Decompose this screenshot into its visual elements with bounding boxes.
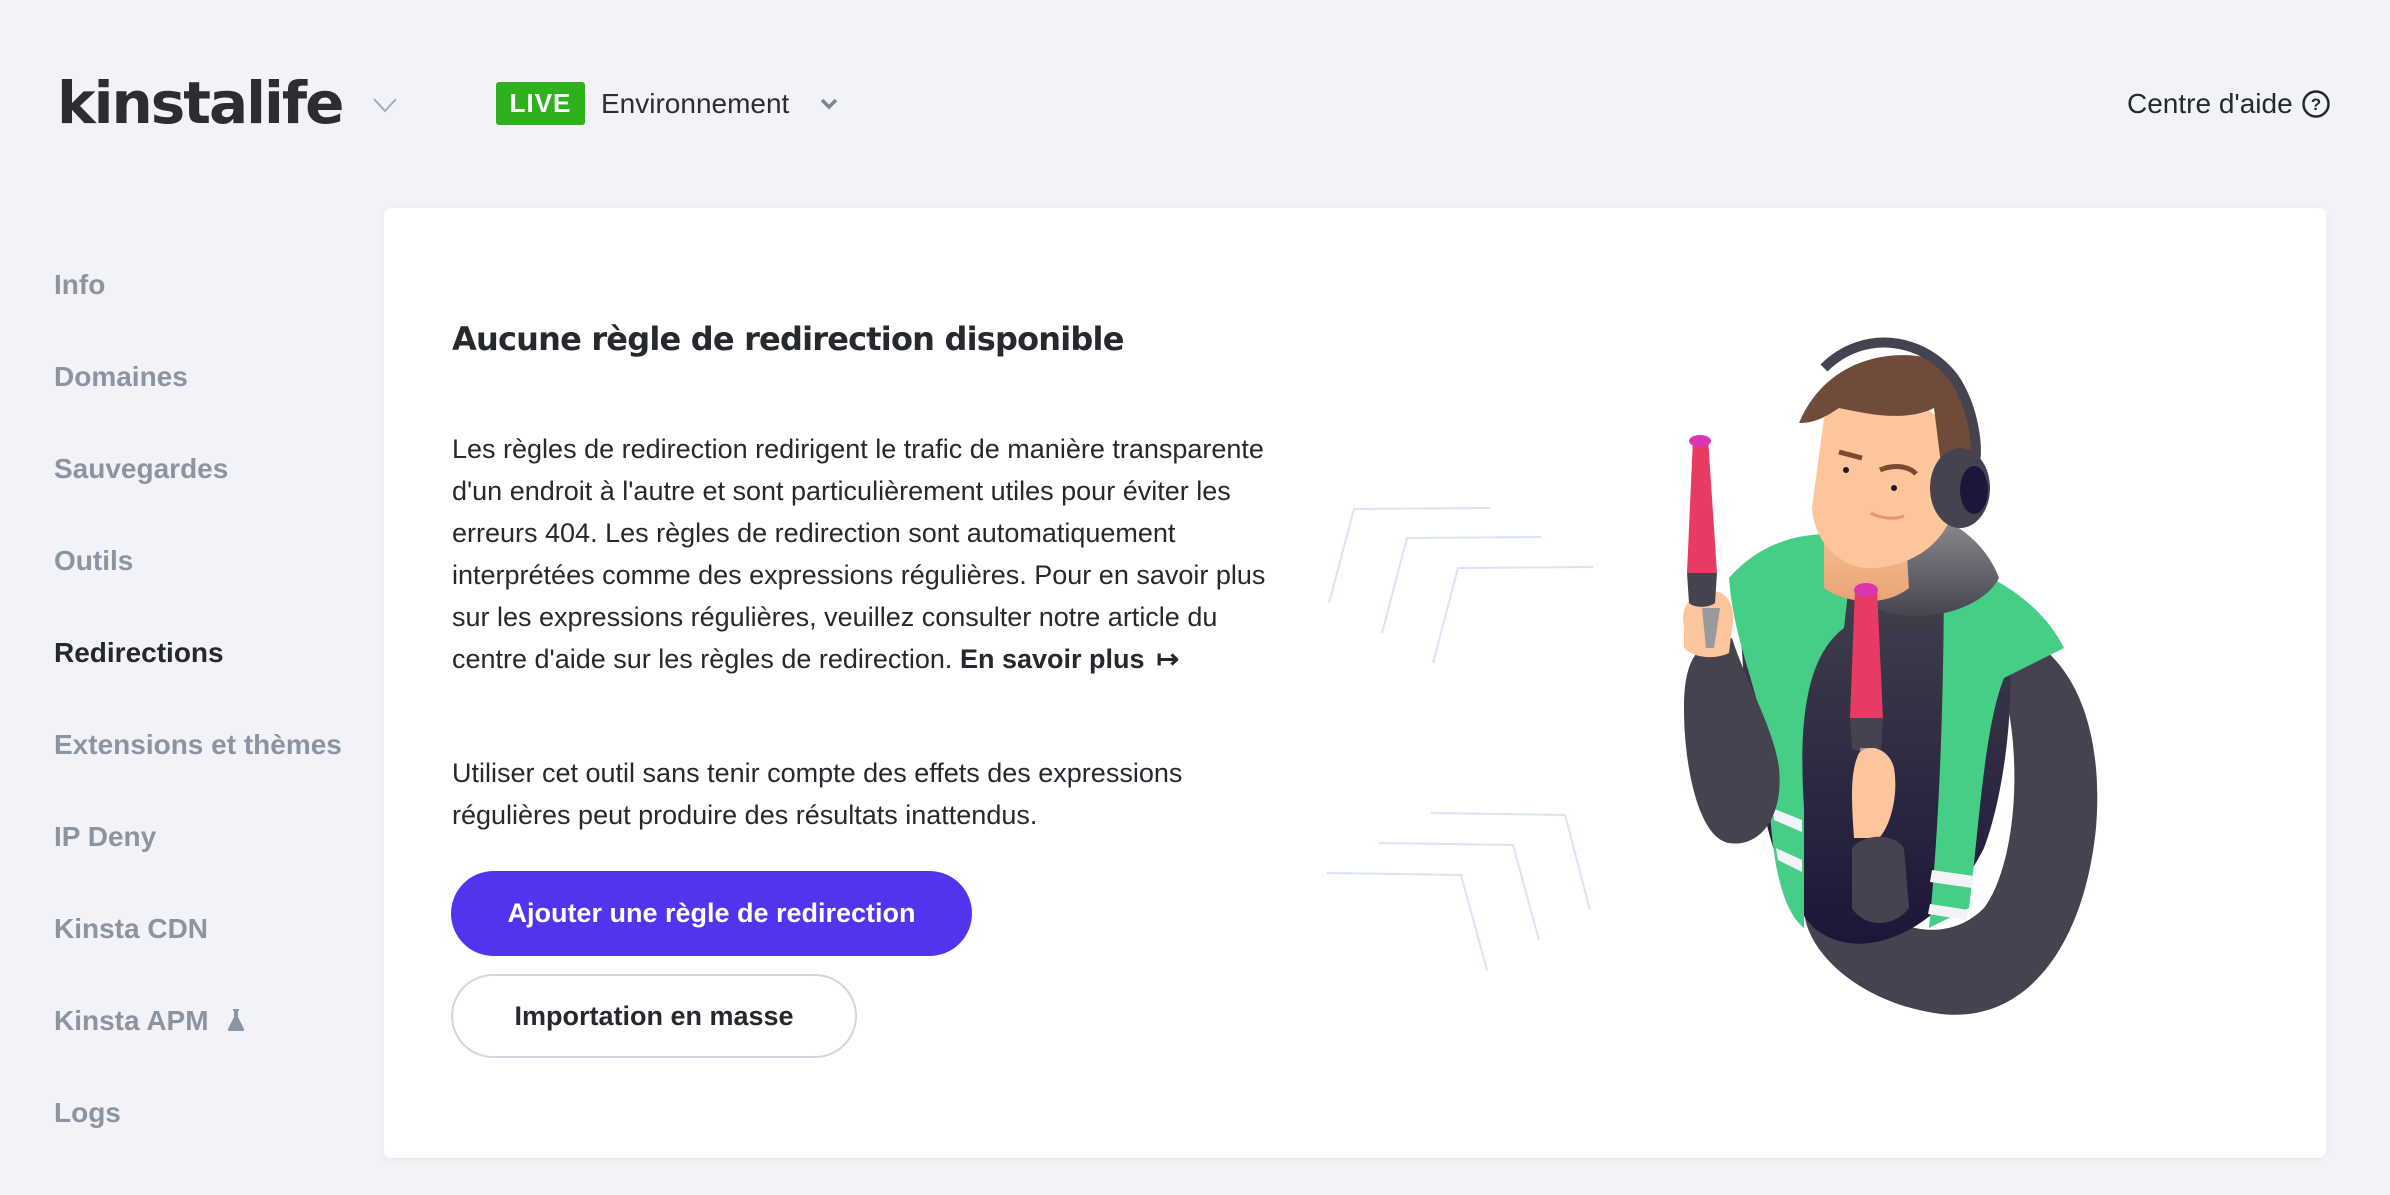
site-switcher-chevron-icon[interactable] bbox=[372, 96, 398, 114]
chevron-down-icon bbox=[821, 98, 838, 109]
redirects-empty-state-card: Aucune règle de redirection disponible L… bbox=[384, 208, 2326, 1158]
speed-lines-decoration bbox=[1326, 507, 1594, 971]
environment-selector[interactable]: LIVE Environnement bbox=[496, 82, 839, 125]
live-badge: LIVE bbox=[496, 82, 585, 125]
sidebar-item-sauvegardes[interactable]: Sauvegardes bbox=[54, 452, 228, 486]
sidebar-item-domaines[interactable]: Domaines bbox=[54, 360, 188, 394]
description-body: Les règles de redirection redirigent le … bbox=[452, 434, 1266, 674]
question-circle-icon: ? bbox=[2301, 90, 2330, 118]
sidebar-item-kinsta-apm[interactable]: Kinsta APM bbox=[54, 1004, 245, 1038]
svg-text:?: ? bbox=[2310, 95, 2320, 114]
sidebar-item-kinsta-cdn[interactable]: Kinsta CDN bbox=[54, 912, 208, 946]
page-title: Aucune règle de redirection disponible bbox=[452, 320, 1124, 358]
description-text: Les règles de redirection redirigent le … bbox=[452, 428, 1272, 680]
sidebar-item-outils[interactable]: Outils bbox=[54, 544, 133, 578]
help-center-link[interactable]: Centre d'aide ? bbox=[2127, 84, 2331, 124]
site-logo[interactable]: kinstalife bbox=[57, 68, 344, 138]
warning-text: Utiliser cet outil sans tenir compte des… bbox=[452, 758, 1183, 830]
sidebar-item-extensions-themes[interactable]: Extensions et thèmes bbox=[54, 728, 342, 762]
sidebar-item-redirections[interactable]: Redirections bbox=[54, 636, 224, 670]
help-center-label: Centre d'aide bbox=[2127, 88, 2293, 119]
learn-more-link[interactable]: En savoir plus ↦ bbox=[960, 644, 1179, 674]
flask-icon bbox=[227, 1008, 244, 1031]
bulk-import-button[interactable]: Importation en masse bbox=[451, 974, 857, 1058]
add-redirect-rule-button[interactable]: Ajouter une règle de redirection bbox=[451, 871, 972, 956]
learn-more-label: En savoir plus bbox=[959, 644, 1145, 674]
sidebar-item-info[interactable]: Info bbox=[54, 268, 105, 302]
sidebar-item-ip-deny[interactable]: IP Deny bbox=[54, 820, 156, 854]
arrow-right-bar-icon: ↦ bbox=[1156, 644, 1180, 674]
sidebar-item-logs[interactable]: Logs bbox=[54, 1096, 121, 1130]
environment-label: Environnement bbox=[601, 87, 790, 119]
person-figure bbox=[1683, 337, 2098, 1015]
sidebar-item-label: Kinsta APM bbox=[54, 1005, 209, 1036]
